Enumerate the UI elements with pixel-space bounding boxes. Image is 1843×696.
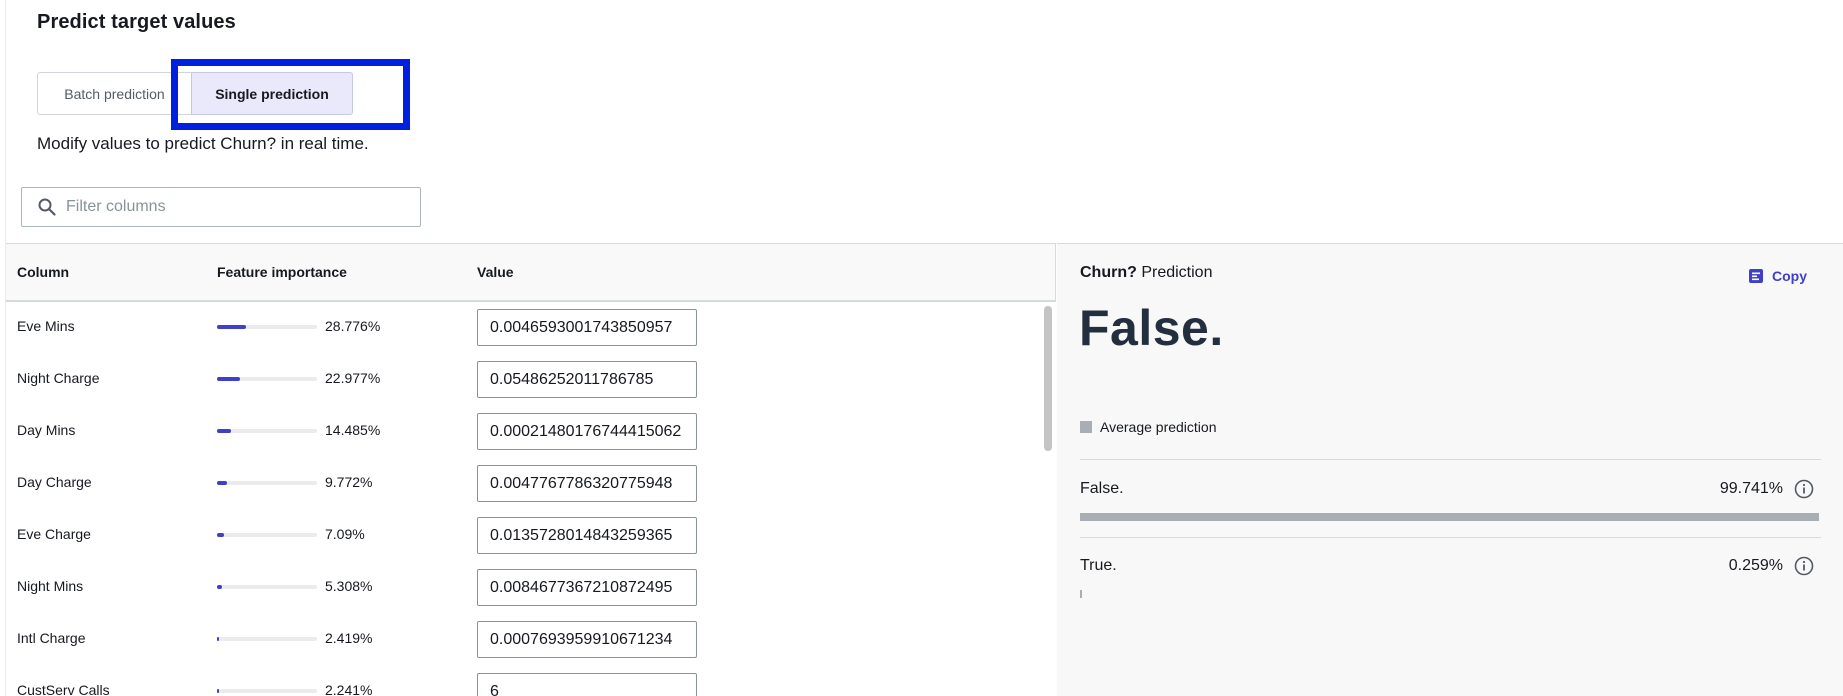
column-name: Eve Charge xyxy=(17,526,91,542)
importance-bar xyxy=(217,377,317,381)
table-row: Night Charge 22.977% xyxy=(6,354,1040,406)
prediction-mode-toggle: Batch prediction Single prediction xyxy=(37,72,353,115)
search-icon xyxy=(38,198,56,216)
page-subtitle: Modify values to predict Churn? in real … xyxy=(37,134,369,153)
importance-percent: 9.772% xyxy=(325,474,373,490)
importance-percent: 14.485% xyxy=(325,422,381,438)
prediction-panel: Churn? Prediction Copy False. Average pr… xyxy=(1057,243,1843,696)
batch-prediction-button[interactable]: Batch prediction xyxy=(37,72,191,115)
importance-percent: 7.09% xyxy=(325,526,365,542)
info-icon[interactable] xyxy=(1794,556,1814,576)
result-bar-false xyxy=(1080,513,1820,521)
table-row: Intl Charge 2.419% xyxy=(6,614,1040,666)
result-bar-true xyxy=(1080,590,1082,598)
table-row: Eve Mins 28.776% xyxy=(6,302,1040,354)
page-title: Predict target values xyxy=(37,11,236,33)
column-name: Day Mins xyxy=(17,422,76,438)
divider xyxy=(1080,537,1821,538)
importance-bar-fill xyxy=(217,481,227,485)
result-percent-true: 0.259% xyxy=(1728,557,1783,574)
prediction-heading: Churn? Prediction xyxy=(1080,264,1212,282)
legend-label: Average prediction xyxy=(1100,419,1217,435)
value-input[interactable] xyxy=(477,569,697,606)
importance-bar xyxy=(217,689,317,693)
importance-bar-fill xyxy=(217,377,240,381)
column-name: Day Charge xyxy=(17,474,92,490)
table-row: Night Mins 5.308% xyxy=(6,562,1040,614)
info-icon[interactable] xyxy=(1794,479,1814,499)
copy-button[interactable]: Copy xyxy=(1748,268,1807,284)
prediction-heading-suffix: Prediction xyxy=(1141,264,1213,281)
value-input[interactable] xyxy=(477,673,697,696)
result-label-true: True. xyxy=(1080,557,1117,574)
column-name: CustServ Calls xyxy=(17,682,110,696)
result-label-false: False. xyxy=(1080,480,1124,497)
column-name: Night Charge xyxy=(17,370,100,386)
importance-bar-fill xyxy=(217,533,225,537)
importance-percent: 2.241% xyxy=(325,682,373,696)
filter-columns-input[interactable] xyxy=(66,198,386,216)
document-icon xyxy=(1749,269,1763,283)
prediction-target: Churn? xyxy=(1080,264,1137,281)
importance-percent: 22.977% xyxy=(325,370,381,386)
value-input[interactable] xyxy=(477,517,697,554)
legend: Average prediction xyxy=(1080,419,1216,435)
copy-label: Copy xyxy=(1772,268,1807,284)
column-header: Column xyxy=(17,264,70,280)
importance-header: Feature importance xyxy=(217,264,347,280)
single-prediction-button[interactable]: Single prediction xyxy=(191,72,353,115)
table-body: Eve Mins 28.776% Night Charge 22.977% Da… xyxy=(6,302,1040,696)
importance-bar-fill xyxy=(217,325,246,329)
legend-swatch xyxy=(1080,421,1092,433)
importance-bar xyxy=(217,325,317,329)
column-name: Night Mins xyxy=(17,578,84,594)
value-header: Value xyxy=(477,264,514,280)
predicted-value: False. xyxy=(1079,300,1224,356)
column-name: Intl Charge xyxy=(17,630,86,646)
value-input[interactable] xyxy=(477,413,697,450)
importance-percent: 28.776% xyxy=(325,318,381,334)
table-row: Eve Charge 7.09% xyxy=(6,510,1040,562)
importance-bar xyxy=(217,481,317,485)
feature-table: Column Feature importance Value Eve Mins… xyxy=(6,243,1056,696)
importance-bar xyxy=(217,429,317,433)
importance-bar-fill xyxy=(217,689,220,693)
table-scrollbar-thumb[interactable] xyxy=(1044,306,1052,451)
value-input[interactable] xyxy=(477,309,697,346)
table-row: Day Charge 9.772% xyxy=(6,458,1040,510)
value-input[interactable] xyxy=(477,465,697,502)
result-percent-false: 99.741% xyxy=(1719,480,1783,497)
divider xyxy=(1080,459,1821,460)
column-name: Eve Mins xyxy=(17,318,75,334)
value-input[interactable] xyxy=(477,621,697,658)
importance-bar-fill xyxy=(217,637,220,641)
importance-bar xyxy=(217,585,317,589)
importance-bar xyxy=(217,533,317,537)
value-input[interactable] xyxy=(477,361,697,398)
importance-bar xyxy=(217,637,317,641)
importance-percent: 2.419% xyxy=(325,630,373,646)
importance-percent: 5.308% xyxy=(325,578,373,594)
filter-columns-field[interactable] xyxy=(21,187,421,227)
importance-bar-fill xyxy=(217,585,223,589)
table-row: Day Mins 14.485% xyxy=(6,406,1040,458)
table-header: Column Feature importance Value xyxy=(6,244,1055,302)
importance-bar-fill xyxy=(217,429,232,433)
table-row: CustServ Calls 2.241% xyxy=(6,666,1040,696)
